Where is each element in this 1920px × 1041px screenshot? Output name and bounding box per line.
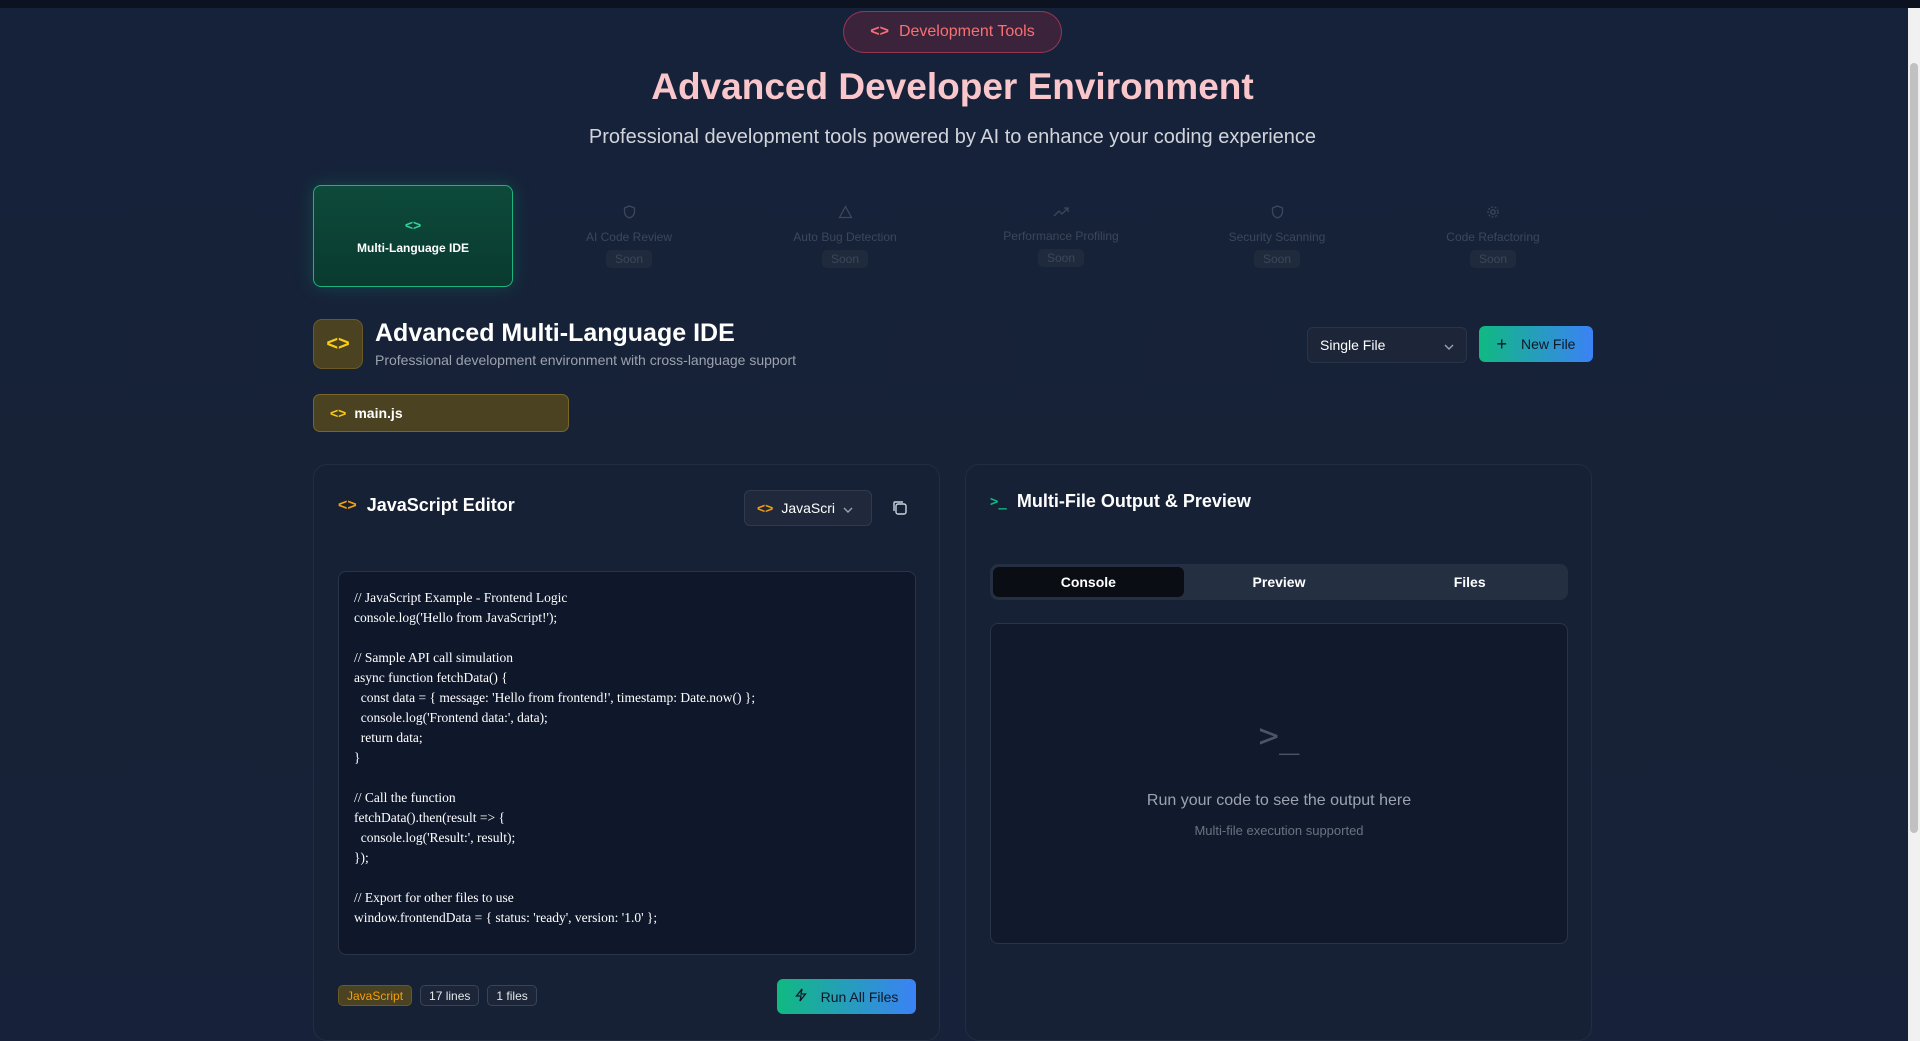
ide-title: Advanced Multi-Language IDE (375, 319, 735, 347)
soon-badge: Soon (1253, 249, 1301, 268)
shield-icon (623, 204, 636, 222)
editor-title: JavaScript Editor (366, 495, 515, 515)
file-tab-label: main.js (354, 405, 403, 421)
soon-badge: Soon (1037, 249, 1085, 267)
page-title: Advanced Developer Environment (651, 66, 1254, 107)
terminal-icon: >_ (1258, 716, 1300, 756)
new-file-button[interactable]: + New File (1479, 326, 1593, 362)
tab-label: Performance Profiling (1003, 229, 1119, 243)
tab-label: Multi-Language IDE (357, 241, 469, 255)
run-all-files-button[interactable]: Run All Files (777, 979, 916, 1014)
tab-ai-code-review[interactable]: AI Code Review Soon (529, 185, 729, 287)
tab-label: Auto Bug Detection (793, 229, 897, 244)
soon-badge: Soon (1469, 249, 1517, 268)
output-panel: >_ Multi-File Output & Preview Console P… (965, 464, 1592, 1041)
window-top-bar (0, 0, 1920, 8)
copy-icon[interactable] (889, 497, 911, 519)
terminal-icon: >_ (990, 493, 1007, 510)
code-icon: <> (757, 500, 774, 516)
lightning-icon (794, 988, 807, 1005)
language-badge: JavaScript (338, 985, 413, 1006)
tab-label: Security Scanning (1228, 229, 1326, 244)
file-count-badge: 1 files (487, 985, 537, 1006)
language-select[interactable]: <> JavaScript (744, 490, 872, 526)
chevron-down-icon (843, 500, 853, 516)
tab-preview[interactable]: Preview (1184, 567, 1375, 597)
plus-icon: + (1496, 333, 1508, 354)
gear-icon (1486, 205, 1500, 222)
tab-code-refactoring[interactable]: Code Refactoring Soon (1393, 185, 1593, 287)
editor-panel: <> JavaScript Editor <> JavaScript // Ja… (313, 464, 940, 1041)
ide-subtitle: Professional development environment wit… (375, 352, 797, 368)
file-mode-select[interactable]: Single File (1307, 327, 1467, 363)
empty-output-subtext: Multi-file execution supported (1194, 823, 1364, 838)
page-scrollbar[interactable] (1908, 8, 1920, 1041)
tab-files[interactable]: Files (1374, 567, 1565, 597)
tool-tabs: <> Multi-Language IDE AI Code Review Soo… (313, 185, 1593, 287)
code-icon: <> (404, 217, 422, 233)
soon-badge: Soon (605, 249, 653, 268)
tab-performance-profiling[interactable]: Performance Profiling Soon (961, 185, 1161, 287)
soon-badge: Soon (821, 249, 869, 268)
new-file-label: New File (1521, 336, 1576, 352)
editor-header: <> JavaScript Editor (338, 495, 515, 516)
trending-up-icon (1053, 205, 1069, 221)
tab-security-scanning[interactable]: Security Scanning Soon (1177, 185, 1377, 287)
shield-icon (1271, 204, 1284, 222)
badge-label: Development Tools (898, 23, 1035, 40)
scrollbar-thumb[interactable] (1910, 63, 1918, 833)
language-select-value: JavaScript (781, 500, 836, 516)
tab-label: Code Refactoring (1446, 229, 1540, 244)
development-tools-badge: <> Development Tools (843, 11, 1062, 53)
empty-output-message: Run your code to see the output here (1146, 792, 1412, 809)
tab-multi-language-ide[interactable]: <> Multi-Language IDE (313, 185, 513, 287)
chevron-down-icon (1444, 337, 1454, 353)
output-tabs: Console Preview Files (990, 564, 1568, 600)
code-icon: <> (330, 405, 347, 421)
console-output: >_ Run your code to see the output here … (990, 623, 1568, 944)
run-label: Run All Files (820, 988, 899, 1005)
output-header: >_ Multi-File Output & Preview (990, 491, 1251, 512)
file-mode-value: Single File (1320, 337, 1386, 353)
code-icon: <> (313, 319, 363, 369)
output-title: Multi-File Output & Preview (1016, 491, 1251, 511)
code-editor[interactable]: // JavaScript Example - Frontend Logic c… (338, 571, 916, 955)
warning-icon (837, 204, 853, 222)
tab-console[interactable]: Console (993, 567, 1184, 597)
editor-badges: JavaScript 17 lines 1 files (338, 985, 537, 1006)
file-tab-main-js[interactable]: <> main.js (313, 394, 569, 432)
code-icon: <> (870, 23, 889, 40)
tab-label: AI Code Review (585, 229, 673, 244)
code-content[interactable]: // JavaScript Example - Frontend Logic c… (354, 588, 900, 928)
line-count-badge: 17 lines (420, 985, 480, 1006)
tab-auto-bug-detection[interactable]: Auto Bug Detection Soon (745, 185, 945, 287)
page-subtitle: Professional development tools powered b… (588, 126, 1317, 148)
code-icon: <> (338, 496, 357, 514)
